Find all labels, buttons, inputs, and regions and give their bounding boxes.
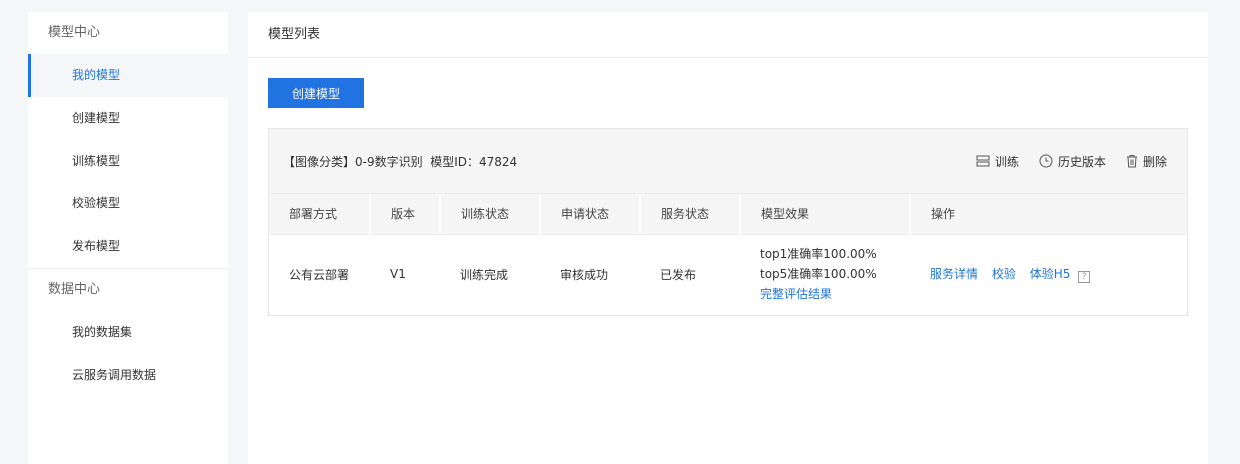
- sidebar-group-model-center: 模型中心: [48, 25, 101, 40]
- top1-accuracy: top1准确率100.00%: [760, 247, 877, 262]
- help-icon[interactable]: ?: [1078, 271, 1091, 284]
- page-title: 模型列表: [248, 12, 1208, 58]
- try-h5-link[interactable]: 体验H5: [1030, 267, 1071, 281]
- table-row: 公有云部署 V1 训练完成 审核成功 已发布 top1准确率100.00% to…: [269, 233, 1187, 314]
- column-header-deploy: 部署方式: [269, 194, 371, 234]
- model-card: 【图像分类】0-9数字识别 模型ID：47824 训练 历史版本 删除 部署方式…: [268, 128, 1188, 316]
- column-header-effect: 模型效果: [740, 194, 911, 234]
- create-model-button[interactable]: 创建模型: [268, 78, 364, 108]
- history-versions-label: 历史版本: [1057, 154, 1106, 169]
- model-card-header: 【图像分类】0-9数字识别 模型ID：47824 训练 历史版本 删除: [269, 129, 1187, 194]
- top5-accuracy: top5准确率100.00%: [760, 267, 877, 282]
- sidebar-item-create-model[interactable]: 创建模型: [28, 97, 228, 140]
- sidebar-item-my-datasets[interactable]: 我的数据集: [28, 311, 228, 354]
- sidebar-item-cloud-service-data[interactable]: 云服务调用数据: [28, 354, 228, 397]
- sidebar-group-data-center: 数据中心: [48, 281, 101, 297]
- column-header-train-status: 训练状态: [440, 194, 541, 234]
- cell-service-status: 已发布: [640, 233, 740, 314]
- column-header-ops: 操作: [910, 194, 1187, 234]
- sidebar-item-my-models[interactable]: 我的模型: [28, 54, 228, 97]
- cell-train-status: 训练完成: [440, 233, 540, 314]
- cell-effect: top1准确率100.00% top5准确率100.00% 完整评估结果: [740, 233, 910, 314]
- cell-version: V1: [370, 233, 440, 314]
- sidebar: 模型中心 我的模型 创建模型 训练模型 校验模型 发布模型 数据中心 我的数据集…: [28, 12, 228, 464]
- trash-icon: [1126, 155, 1137, 168]
- table-header-row: 部署方式 版本 训练状态 申请状态 服务状态 模型效果 操作: [269, 194, 1187, 234]
- cell-deploy: 公有云部署: [269, 233, 370, 314]
- column-header-service-status: 服务状态: [640, 194, 741, 234]
- cell-apply-status: 审核成功: [540, 233, 640, 314]
- delete-label: 删除: [1142, 154, 1167, 169]
- sidebar-item-publish-model[interactable]: 发布模型: [28, 225, 228, 268]
- clock-icon: [1039, 154, 1053, 168]
- model-card-title: 【图像分类】0-9数字识别 模型ID：47824: [283, 154, 518, 169]
- full-evaluation-link[interactable]: 完整评估结果: [760, 284, 910, 304]
- history-versions-action[interactable]: 历史版本: [1039, 153, 1106, 170]
- service-details-link[interactable]: 服务详情: [930, 267, 978, 281]
- delete-action[interactable]: 删除: [1126, 153, 1167, 170]
- cell-ops: 服务详情 校验 体验H5 ?: [910, 233, 1187, 314]
- main-panel: 模型列表 创建模型 【图像分类】0-9数字识别 模型ID：47824 训练 历史…: [248, 12, 1208, 464]
- validate-link[interactable]: 校验: [992, 267, 1016, 281]
- sidebar-item-train-model[interactable]: 训练模型: [28, 140, 228, 183]
- column-header-apply-status: 申请状态: [540, 194, 641, 234]
- model-version-table: 部署方式 版本 训练状态 申请状态 服务状态 模型效果 操作 公有云部署 V1 …: [269, 194, 1187, 314]
- train-action[interactable]: 训练: [976, 153, 1019, 170]
- server-icon: [976, 155, 990, 167]
- sidebar-item-validate-model[interactable]: 校验模型: [28, 182, 228, 225]
- train-action-label: 训练: [994, 154, 1019, 169]
- column-header-version: 版本: [370, 194, 441, 234]
